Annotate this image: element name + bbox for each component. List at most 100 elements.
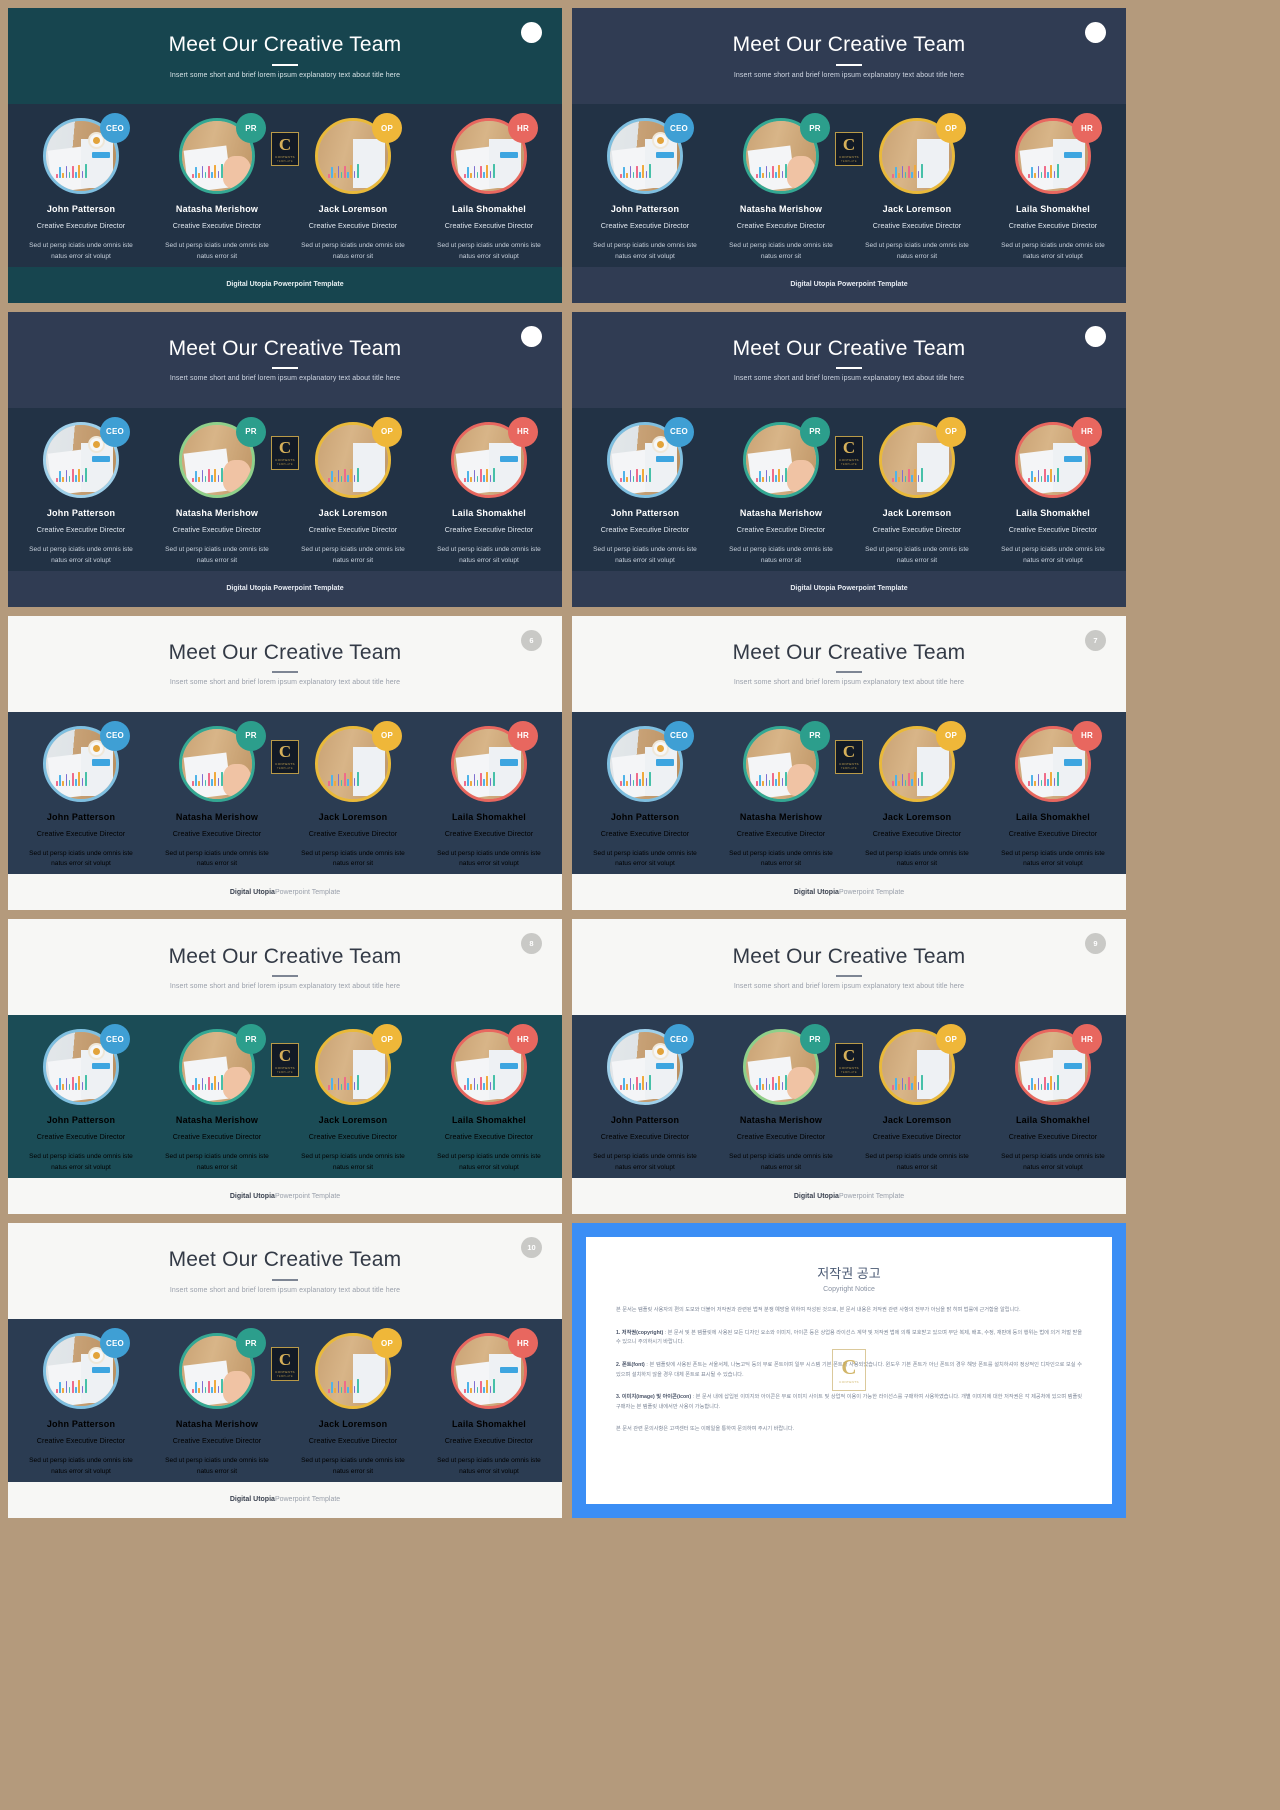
member-description-line2: natus error sit volupt	[1023, 556, 1083, 564]
member-name: Natasha Merishow	[739, 1115, 823, 1126]
logo-subword: TEMPLATE	[841, 1070, 857, 1074]
team-member-card[interactable]: CEO John Patterson Creative Executive Dire…	[586, 720, 704, 871]
member-name: Jack Loremson	[318, 1115, 388, 1126]
slide-thumbnail[interactable]: Meet Our Creative Team Insert some short …	[572, 615, 1126, 911]
team-member-card[interactable]: CEO John Patterson Creative Executive Dire…	[586, 1024, 704, 1174]
role-badge: CEO	[100, 1328, 130, 1358]
team-row: CEO John Patterson Creative Executive Dire…	[578, 1024, 1120, 1174]
slide-thumbnail[interactable]: Meet Our Creative Team Insert some short …	[8, 8, 562, 303]
slide-thumbnail[interactable]: Meet Our Creative Team Insert some short …	[8, 311, 562, 607]
slide-thumbnail-grid: Meet Our Creative Team Insert some short …	[0, 0, 1280, 1810]
copyright-section-1-text: : 본 문서 및 본 템플릿에 사용된 모든 디자인 요소와 이미지, 아이콘 …	[616, 1329, 1082, 1346]
member-role: Creative Executive Director	[308, 221, 398, 230]
member-description-line1: Sed ut persp iciatis unde omnis iste	[729, 545, 833, 553]
slide-number-badge[interactable]: 7	[1085, 629, 1106, 651]
team-member-card[interactable]: HR Laila Shomakhel Creative Executive Dire…	[430, 1024, 548, 1174]
slide-number-badge[interactable]: 6	[521, 629, 542, 651]
team-member-card[interactable]: PR Natasha Merishow Creative Executive Dir…	[722, 416, 840, 567]
member-name: Natasha Merishow	[739, 204, 823, 214]
team-member-card[interactable]: OP Jack Loremson Creative Executive Direct…	[858, 720, 976, 871]
slide-number-badge[interactable]: 9	[1085, 933, 1106, 955]
team-member-card[interactable]: CEO John Patterson Creative Executive Dire…	[22, 416, 140, 567]
team-member-card[interactable]: PR Natasha Merishow Creative Executive Dir…	[722, 113, 840, 263]
slide-thumbnail[interactable]: Meet Our Creative Team Insert some short …	[572, 919, 1126, 1214]
member-name: Jack Loremson	[318, 204, 388, 214]
member-role: Creative Executive Director	[172, 221, 262, 230]
copyright-notice-slide[interactable]: 저작권 공고 Copyright Notice 본 문서는 템플릿 사용자의 편…	[572, 1223, 1126, 1518]
team-member-card[interactable]: OP Jack Loremson Creative Executive Direct…	[858, 416, 976, 567]
team-member-card[interactable]: PR Natasha Merishow Creative Executive Dir…	[158, 720, 276, 871]
team-member-card[interactable]: CEO John Patterson Creative Executive Dire…	[22, 720, 140, 871]
slide-thumbnail[interactable]: Meet Our Creative Team Insert some short …	[572, 8, 1126, 303]
watermark-logo-icon: C CONTENTS	[832, 1349, 866, 1392]
team-member-card[interactable]: PR Natasha Merishow Creative Executive Dir…	[158, 1024, 276, 1174]
slide-number-badge[interactable]	[521, 325, 542, 347]
team-member-card[interactable]: HR Laila Shomakhel Creative Executive Dire…	[430, 720, 548, 871]
member-description-line2: natus error sit	[896, 252, 938, 260]
team-member-card[interactable]: CEO John Patterson Creative Executive Dire…	[586, 113, 704, 263]
team-row: CEO John Patterson Creative Executive Dire…	[578, 113, 1120, 263]
team-member-card[interactable]: HR Laila Shomakhel Creative Executive Dire…	[430, 416, 548, 567]
member-role: Creative Executive Director	[600, 524, 690, 534]
team-member-card[interactable]: PR Natasha Merishow Creative Executive Dir…	[722, 720, 840, 871]
slide-number-badge[interactable]	[1085, 22, 1106, 43]
team-member-card[interactable]: HR Laila Shomakhel Creative Executive Dire…	[430, 1328, 548, 1478]
contents-logo-icon: C CONTENTS TEMPLATE	[271, 1347, 299, 1381]
team-member-card[interactable]: CEO John Patterson Creative Executive Dire…	[22, 113, 140, 263]
team-member-card[interactable]: HR Laila Shomakhel Creative Executive Dire…	[994, 416, 1112, 567]
copyright-outro: 본 문서 관련 문의사항은 고객센터 또는 이메일을 통하여 문의하여 주시기 …	[616, 1426, 795, 1433]
team-row: CEO John Patterson Creative Executive Dire…	[14, 1024, 556, 1174]
team-member-card[interactable]: HR Laila Shomakhel Creative Executive Dire…	[994, 113, 1112, 263]
team-member-card[interactable]: OP Jack Loremson Creative Executive Direct…	[294, 1328, 412, 1478]
team-member-card[interactable]: HR Laila Shomakhel Creative Executive Dire…	[430, 113, 548, 263]
team-member-card[interactable]: OP Jack Loremson Creative Executive Direct…	[858, 1024, 976, 1174]
team-member-card[interactable]: PR Natasha Merishow Creative Executive Dir…	[722, 1024, 840, 1174]
team-member-card[interactable]: HR Laila Shomakhel Creative Executive Dire…	[994, 720, 1112, 871]
team-member-card[interactable]: OP Jack Loremson Creative Executive Direct…	[858, 113, 976, 263]
slide-thumbnail[interactable]: Meet Our Creative Team Insert some short …	[8, 615, 562, 911]
page-subtitle: Insert some short and brief lorem ipsum …	[733, 375, 965, 383]
member-description: Sed ut persp iciatis unde omnis iste natu…	[165, 545, 269, 567]
copyright-title: 저작권 공고	[817, 1266, 881, 1281]
team-member-card[interactable]: PR Natasha Merishow Creative Executive Dir…	[158, 1328, 276, 1478]
slide-number-badge[interactable]	[1085, 325, 1106, 347]
member-description: Sed ut persp iciatis unde omnis iste natu…	[865, 241, 969, 263]
role-badge: OP	[372, 1328, 402, 1358]
member-description-line1: Sed ut persp iciatis unde omnis iste	[437, 1153, 541, 1161]
member-role: Creative Executive Director	[308, 1132, 398, 1142]
member-role: Creative Executive Director	[600, 828, 690, 838]
member-description-line2: natus error sit volupt	[51, 1164, 111, 1172]
team-member-card[interactable]: OP Jack Loremson Creative Executive Direct…	[294, 720, 412, 871]
team-member-card[interactable]: OP Jack Loremson Creative Executive Direct…	[294, 113, 412, 263]
member-role: Creative Executive Director	[1008, 828, 1098, 838]
avatar: OP	[879, 1024, 966, 1106]
member-description: Sed ut persp iciatis unde omnis iste natu…	[165, 1152, 269, 1174]
member-name: Jack Loremson	[882, 811, 952, 822]
footer-brand: Digital Utopia	[793, 888, 839, 896]
member-description-line1: Sed ut persp iciatis unde omnis iste	[593, 1153, 697, 1161]
slide-thumbnail[interactable]: Meet Our Creative Team Insert some short …	[572, 311, 1126, 607]
team-member-card[interactable]: CEO John Patterson Creative Executive Dire…	[22, 1328, 140, 1478]
member-name: John Patterson	[610, 507, 680, 518]
slide-number-badge[interactable]: 10	[521, 1237, 542, 1258]
member-description: Sed ut persp iciatis unde omnis iste natu…	[301, 849, 405, 871]
team-member-card[interactable]: HR Laila Shomakhel Creative Executive Dire…	[994, 1024, 1112, 1174]
member-description-line1: Sed ut persp iciatis unde omnis iste	[29, 545, 133, 553]
member-description-line2: natus error sit volupt	[459, 556, 519, 564]
member-role: Creative Executive Director	[308, 1436, 398, 1445]
team-member-card[interactable]: PR Natasha Merishow Creative Executive Dir…	[158, 416, 276, 567]
contents-logo-icon: C CONTENTS TEMPLATE	[835, 435, 863, 470]
slide-thumbnail[interactable]: Meet Our Creative Team Insert some short …	[8, 1223, 562, 1518]
logo-word: CONTENTS	[275, 1369, 295, 1374]
team-member-card[interactable]: PR Natasha Merishow Creative Executive Dir…	[158, 113, 276, 263]
slide-thumbnail[interactable]: Meet Our Creative Team Insert some short …	[8, 919, 562, 1214]
team-member-card[interactable]: OP Jack Loremson Creative Executive Direct…	[294, 1024, 412, 1174]
slide-number-badge[interactable]	[521, 22, 542, 43]
member-description-line1: Sed ut persp iciatis unde omnis iste	[1001, 849, 1105, 857]
slide-number-badge[interactable]: 8	[521, 933, 542, 955]
avatar: CEO	[607, 113, 694, 194]
team-member-card[interactable]: OP Jack Loremson Creative Executive Direct…	[294, 416, 412, 567]
team-member-card[interactable]: CEO John Patterson Creative Executive Dire…	[586, 416, 704, 567]
team-member-card[interactable]: CEO John Patterson Creative Executive Dire…	[22, 1024, 140, 1174]
slide-footer: Digital Utopia Powerpoint Template	[572, 1178, 1126, 1214]
